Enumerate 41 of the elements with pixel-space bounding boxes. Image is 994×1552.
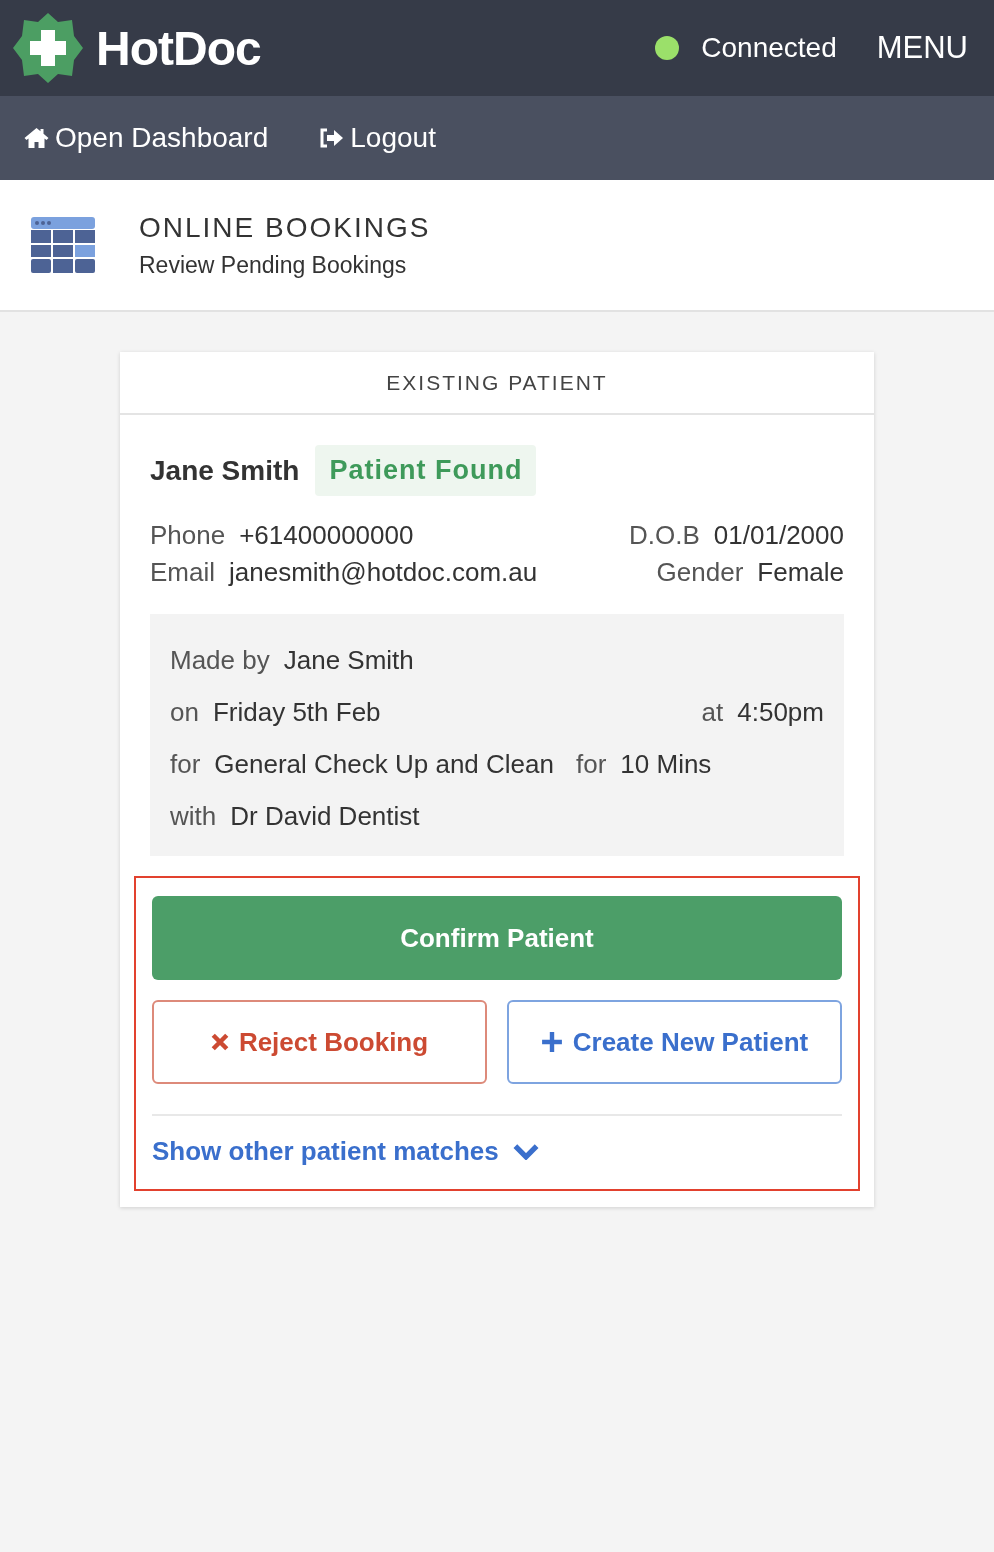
detail-value: Friday 5th Feb <box>212 696 381 728</box>
field-value: janesmith@hotdoc.com.au <box>229 557 538 588</box>
other-matches-link[interactable]: Show other patient matches <box>152 1136 539 1167</box>
field-value: +61400000000 <box>239 520 414 551</box>
detail-label: at <box>701 696 724 728</box>
field-label: D.O.B <box>629 520 700 551</box>
patient-name: Jane Smith <box>150 454 300 487</box>
detail-value: Dr David Dentist <box>230 800 420 832</box>
status-label: Connected <box>701 32 837 64</box>
field-value: 01/01/2000 <box>713 520 844 551</box>
detail-value: 4:50pm <box>737 696 824 728</box>
nav-link[interactable]: Logout <box>318 122 436 154</box>
card-title: EXISTING PATIENT <box>120 352 874 415</box>
field-value: Female <box>757 557 844 588</box>
logout-icon <box>318 127 345 149</box>
field-label: Email <box>150 557 215 588</box>
detail-label: for <box>576 748 607 780</box>
detail-value: 10 Mins <box>620 748 712 780</box>
calendar-grid-icon <box>31 217 95 273</box>
detail-label: for <box>170 748 201 780</box>
detail-label: Made by <box>170 644 270 676</box>
field-label: Phone <box>150 520 226 551</box>
plus-icon <box>540 1031 563 1053</box>
home-icon <box>24 127 49 149</box>
reject-booking-button[interactable]: Reject Booking <box>152 1000 487 1084</box>
detail-value: General Check Up and Clean <box>214 748 554 780</box>
close-icon <box>210 1033 229 1051</box>
logo-icon <box>12 12 84 84</box>
menu-button[interactable]: MENU <box>876 30 968 66</box>
detail-label: with <box>170 800 217 832</box>
page-title: ONLINE BOOKINGS <box>139 211 431 244</box>
detail-label: on <box>170 696 199 728</box>
page-subtitle: Review Pending Bookings <box>139 251 408 279</box>
chevron-down-icon <box>512 1143 539 1160</box>
field-label: Gender <box>656 557 744 588</box>
patient-found-badge: Patient Found <box>315 445 537 496</box>
create-patient-button[interactable]: Create New Patient <box>507 1000 842 1084</box>
detail-value: Jane Smith <box>283 644 414 676</box>
app-name: HotDoc <box>96 20 261 76</box>
nav-link[interactable]: Open Dashboard <box>24 122 269 154</box>
confirm-patient-button[interactable]: Confirm Patient <box>152 896 842 980</box>
